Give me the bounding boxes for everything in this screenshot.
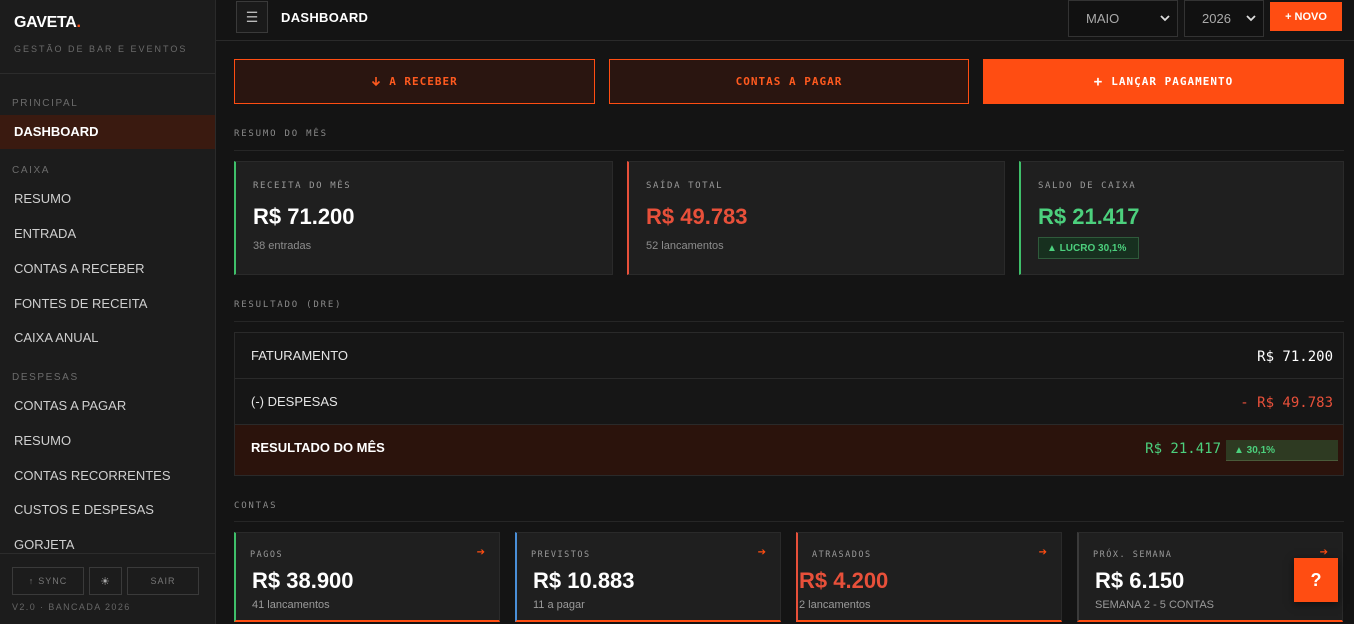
brand-logo[interactable]: GAVETA.	[14, 14, 81, 32]
theme-toggle-button[interactable]: ☀	[89, 567, 122, 595]
receive-button-label: A RECEBER	[389, 75, 458, 88]
sidebar-item-caixa-anual[interactable]: CAIXA ANUAL	[0, 321, 215, 355]
sidebar-item-resumo-despesas[interactable]: RESUMO	[0, 424, 215, 458]
accounts-section-title: CONTAS	[234, 501, 278, 511]
sidebar-item-dashboard[interactable]: DASHBOARD	[0, 115, 215, 149]
next-week-card-sub: SEMANA 2 - 5 CONTAS	[1095, 599, 1214, 611]
menu-toggle-button[interactable]: ☰	[236, 1, 268, 33]
planned-card[interactable]: PREVISTOS ➔ R$ 10.883 11 a pagar	[515, 532, 781, 622]
expenses-card-sub: 52 lancamentos	[646, 240, 724, 252]
revenue-card-label: RECEITA DO MÊS	[253, 181, 352, 191]
balance-card-value: R$ 21.417	[1038, 204, 1140, 229]
sidebar-item-gorjeta[interactable]: GORJETA	[0, 528, 215, 562]
dre-row-amount: R$ 21.417	[1145, 441, 1221, 457]
sidebar-item-custos-e-despesas[interactable]: CUSTOS E DESPESAS	[0, 493, 215, 527]
dre-section-title: RESULTADO (DRE)	[234, 300, 343, 310]
dre-divider	[234, 321, 1344, 322]
dre-result-badge: ▲ 30,1%	[1226, 440, 1338, 461]
sync-label: SYNC	[38, 576, 68, 586]
sidebar: GAVETA. GESTÃO DE BAR E EVENTOS PRINCIPA…	[0, 0, 216, 624]
month-select[interactable]: MAIO	[1068, 0, 1178, 37]
year-select-value: 2026	[1202, 11, 1231, 26]
sidebar-item-entrada[interactable]: ENTRADA	[0, 217, 215, 251]
receive-button[interactable]: A RECEBER	[234, 59, 595, 104]
sidebar-footer-divider	[0, 553, 215, 554]
planned-card-label: PREVISTOS	[531, 550, 591, 560]
dre-row-expenses: (-) DESPESAS - R$ 49.783	[235, 379, 1343, 425]
next-week-card-label: PRÓX. SEMANA	[1093, 550, 1173, 560]
sidebar-section-principal: PRINCIPAL	[12, 98, 79, 109]
dre-row-amount: R$ 71.200	[1257, 349, 1333, 365]
sidebar-item-fontes-de-receita[interactable]: FONTES DE RECEITA	[0, 287, 215, 321]
version-label: V2.0 · BANCADA 2026	[12, 602, 131, 612]
sidebar-item-resumo-caixa[interactable]: RESUMO	[0, 182, 215, 216]
brand-dot: .	[76, 14, 81, 31]
expenses-card: SAÍDA TOTAL R$ 49.783 52 lancamentos	[627, 161, 1005, 275]
plus-icon: +	[1093, 73, 1104, 90]
sun-icon: ☀	[100, 575, 111, 588]
sidebar-divider	[0, 73, 215, 74]
brand-subtitle: GESTÃO DE BAR E EVENTOS	[14, 44, 188, 54]
summary-divider	[234, 150, 1344, 151]
accounts-payable-button[interactable]: CONTAS A PAGAR	[609, 59, 969, 104]
overdue-card-label: ATRASADOS	[812, 550, 872, 560]
month-select-value: MAIO	[1086, 11, 1120, 26]
launch-payment-button[interactable]: + LANÇAR PAGAMENTO	[983, 59, 1344, 104]
arrow-down-icon	[372, 77, 381, 87]
logout-button[interactable]: SAIR	[127, 567, 199, 595]
topbar: ☰ DASHBOARD MAIO 2026 + NOVO	[216, 0, 1354, 41]
sidebar-section-caixa: CAIXA	[12, 165, 51, 176]
chevron-down-icon	[1246, 15, 1256, 22]
dre-row-name: RESULTADO DO MÊS	[251, 440, 385, 455]
paid-card[interactable]: PAGOS ➔ R$ 38.900 41 lancamentos	[234, 532, 500, 622]
arrow-right-icon: ➔	[1319, 547, 1328, 558]
dre-row-result: RESULTADO DO MÊS R$ 21.417 ▲ 30,1%	[235, 425, 1343, 475]
new-button[interactable]: + NOVO	[1270, 2, 1342, 31]
arrow-right-icon: ➔	[476, 547, 485, 558]
help-button[interactable]: ?	[1294, 558, 1338, 602]
year-select[interactable]: 2026	[1184, 0, 1264, 37]
page-title: DASHBOARD	[281, 10, 369, 25]
balance-card: SALDO DE CAIXA R$ 21.417 ▲ LUCRO 30,1%	[1019, 161, 1344, 275]
dre-table: FATURAMENTO R$ 71.200 (-) DESPESAS - R$ …	[234, 332, 1344, 476]
sync-button[interactable]: ↑ SYNC	[12, 567, 84, 595]
paid-card-label: PAGOS	[250, 550, 284, 560]
summary-section-title: RESUMO DO MÊS	[234, 129, 328, 139]
balance-card-label: SALDO DE CAIXA	[1038, 181, 1137, 191]
paid-card-value: R$ 38.900	[252, 568, 354, 593]
sidebar-item-contas-a-receber[interactable]: CONTAS A RECEBER	[0, 252, 215, 286]
sidebar-item-contas-a-pagar[interactable]: CONTAS A PAGAR	[0, 389, 215, 423]
paid-card-sub: 41 lancamentos	[252, 599, 330, 611]
sidebar-section-despesas: DESPESAS	[12, 372, 79, 383]
expenses-card-value: R$ 49.783	[646, 204, 748, 229]
overdue-card[interactable]: ATRASADOS ➔ R$ 4.200 2 lancamentos	[796, 532, 1062, 622]
dre-row-name: (-) DESPESAS	[251, 394, 338, 409]
dre-row-revenue: FATURAMENTO R$ 71.200	[235, 333, 1343, 379]
profit-badge: ▲ LUCRO 30,1%	[1038, 237, 1140, 259]
overdue-card-value: R$ 4.200	[799, 568, 889, 593]
sidebar-item-contas-recorrentes[interactable]: CONTAS RECORRENTES	[0, 459, 215, 493]
dre-row-amount: - R$ 49.783	[1240, 395, 1333, 411]
brand-name: GAVETA	[14, 14, 77, 31]
planned-card-sub: 11 a pagar	[533, 599, 585, 611]
chevron-down-icon	[1160, 15, 1170, 22]
dre-row-name: FATURAMENTO	[251, 348, 349, 363]
accounts-divider	[234, 521, 1344, 522]
arrow-right-icon: ➔	[1038, 547, 1047, 558]
expenses-card-label: SAÍDA TOTAL	[646, 181, 724, 191]
sync-icon: ↑	[28, 576, 35, 586]
revenue-card: RECEITA DO MÊS R$ 71.200 38 entradas	[234, 161, 613, 275]
overdue-card-sub: 2 lancamentos	[799, 599, 871, 611]
revenue-card-value: R$ 71.200	[253, 204, 355, 229]
arrow-right-icon: ➔	[757, 547, 766, 558]
revenue-card-sub: 38 entradas	[253, 240, 312, 252]
hamburger-icon: ☰	[245, 8, 259, 25]
planned-card-value: R$ 10.883	[533, 568, 635, 593]
next-week-card-value: R$ 6.150	[1095, 568, 1185, 593]
launch-payment-label: LANÇAR PAGAMENTO	[1111, 75, 1234, 88]
